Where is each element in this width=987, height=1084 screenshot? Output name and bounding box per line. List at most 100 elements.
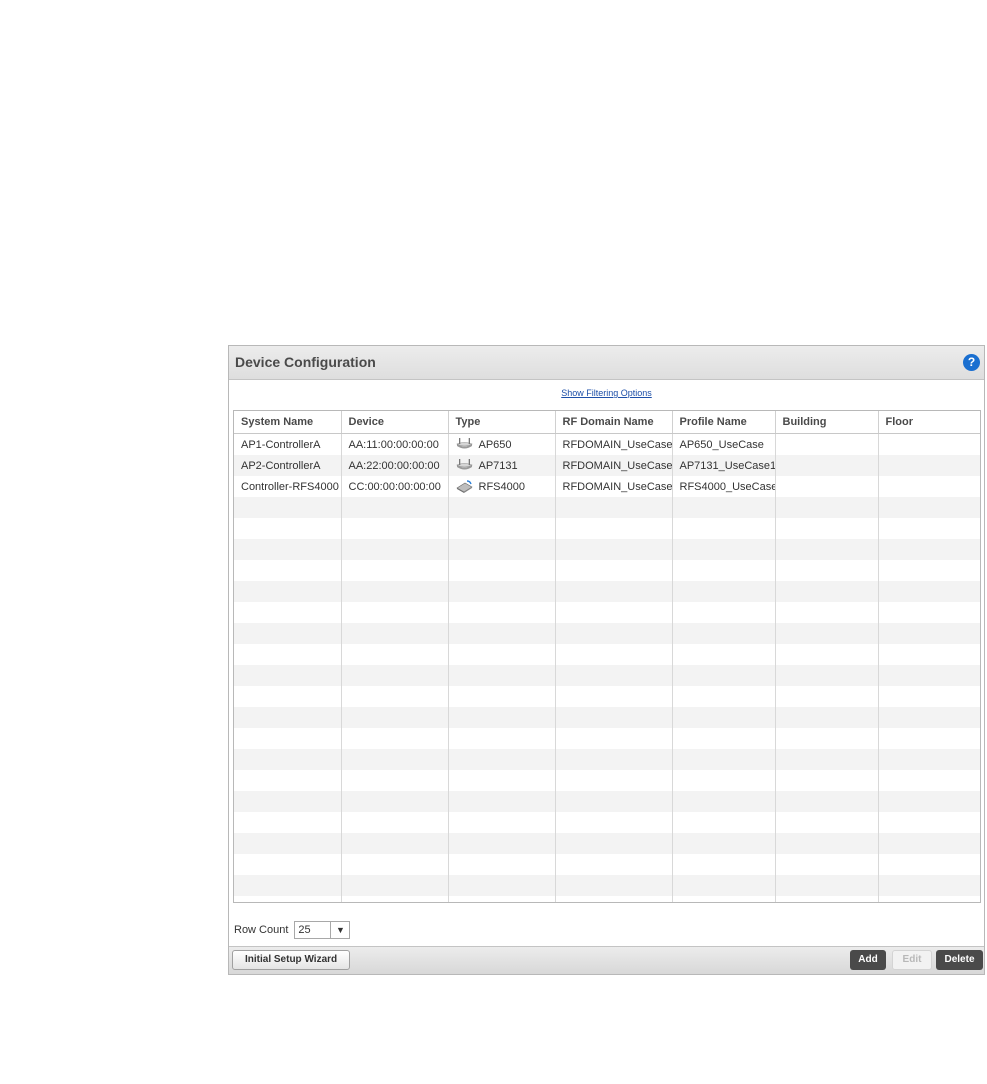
empty-cell — [341, 854, 449, 875]
empty-table-row — [234, 686, 980, 707]
column-header-system-name[interactable]: System Name — [234, 411, 342, 434]
access-point-icon — [455, 438, 473, 449]
empty-table-row — [234, 518, 980, 539]
empty-cell — [775, 497, 879, 518]
empty-cell — [555, 665, 673, 686]
empty-cell — [672, 560, 776, 581]
empty-cell — [555, 497, 673, 518]
column-header-profile-name[interactable]: Profile Name — [672, 411, 776, 434]
empty-cell — [555, 833, 673, 854]
controller-icon — [455, 480, 473, 493]
empty-cell — [341, 518, 449, 539]
table-header-row: System Name Device Type RF Domain Name P… — [234, 411, 980, 434]
cell-device: AA:22:00:00:00:00 — [341, 455, 449, 476]
empty-cell — [672, 623, 776, 644]
empty-cell — [878, 812, 980, 833]
empty-cell — [775, 518, 879, 539]
empty-cell — [234, 791, 342, 812]
empty-cell — [341, 728, 449, 749]
empty-cell — [448, 875, 556, 896]
empty-cell — [341, 896, 449, 902]
empty-cell — [234, 770, 342, 791]
empty-cell — [234, 686, 342, 707]
cell-rf-domain: RFDOMAIN_UseCase1 — [555, 433, 673, 455]
cell-floor — [878, 455, 980, 476]
cell-profile: RFS4000_UseCase1 — [672, 476, 776, 497]
empty-cell — [775, 686, 879, 707]
empty-cell — [878, 728, 980, 749]
empty-cell — [775, 791, 879, 812]
caret-down-icon[interactable]: ▼ — [330, 922, 349, 938]
empty-cell — [341, 749, 449, 770]
empty-cell — [341, 539, 449, 560]
empty-cell — [448, 686, 556, 707]
empty-cell — [672, 812, 776, 833]
empty-cell — [555, 707, 673, 728]
initial-setup-wizard-button[interactable]: Initial Setup Wizard — [232, 950, 351, 970]
column-header-type[interactable]: Type — [448, 411, 556, 434]
column-header-floor[interactable]: Floor — [878, 411, 980, 434]
empty-cell — [672, 728, 776, 749]
empty-cell — [555, 518, 673, 539]
empty-cell — [878, 644, 980, 665]
empty-cell — [878, 896, 980, 902]
column-header-building[interactable]: Building — [775, 411, 879, 434]
empty-table-row — [234, 581, 980, 602]
empty-cell — [672, 581, 776, 602]
device-configuration-panel: Device Configuration ? Show Filtering Op… — [228, 345, 985, 975]
empty-cell — [555, 539, 673, 560]
show-filtering-options-link[interactable]: Show Filtering Options — [229, 388, 984, 398]
empty-cell — [234, 875, 342, 896]
table-row[interactable]: AP1-ControllerA AA:11:00:00:00:00 AP650 — [234, 433, 980, 455]
empty-cell — [672, 749, 776, 770]
empty-cell — [448, 623, 556, 644]
table-row[interactable]: AP2-ControllerA AA:22:00:00:00:00 AP7131 — [234, 455, 980, 476]
empty-cell — [234, 896, 342, 902]
empty-cell — [672, 854, 776, 875]
row-count-control: Row Count 25 ▼ — [234, 921, 351, 939]
empty-cell — [234, 749, 342, 770]
empty-table-row — [234, 602, 980, 623]
empty-cell — [775, 770, 879, 791]
cell-floor — [878, 476, 980, 497]
empty-cell — [234, 497, 342, 518]
empty-cell — [341, 791, 449, 812]
row-count-select[interactable]: 25 ▼ — [294, 921, 351, 939]
empty-cell — [878, 518, 980, 539]
empty-table-row — [234, 623, 980, 644]
empty-cell — [878, 833, 980, 854]
column-header-rf-domain-name[interactable]: RF Domain Name — [555, 411, 673, 434]
empty-cell — [775, 812, 879, 833]
empty-cell — [341, 770, 449, 791]
empty-cell — [775, 539, 879, 560]
empty-cell — [448, 749, 556, 770]
delete-button[interactable]: Delete — [936, 950, 983, 970]
bottom-toolbar: Initial Setup Wizard Add Edit Delete — [229, 946, 984, 974]
empty-cell — [448, 791, 556, 812]
empty-cell — [555, 644, 673, 665]
empty-cell — [448, 770, 556, 791]
empty-cell — [234, 560, 342, 581]
edit-button[interactable]: Edit — [892, 950, 932, 970]
empty-cell — [448, 728, 556, 749]
empty-cell — [775, 728, 879, 749]
empty-cell — [448, 707, 556, 728]
cell-rf-domain: RFDOMAIN_UseCase1 — [555, 455, 673, 476]
row-count-value: 25 — [298, 924, 311, 936]
table-row[interactable]: Controller-RFS4000 CC:00:00:00:00:00 RFS… — [234, 476, 980, 497]
empty-cell — [448, 896, 556, 902]
empty-cell — [234, 665, 342, 686]
column-header-device[interactable]: Device — [341, 411, 449, 434]
question-icon[interactable]: ? — [963, 354, 980, 371]
empty-cell — [775, 833, 879, 854]
empty-cell — [448, 644, 556, 665]
cell-type: RFS4000 — [448, 476, 556, 497]
empty-cell — [341, 833, 449, 854]
empty-cell — [878, 791, 980, 812]
empty-table-row — [234, 560, 980, 581]
empty-cell — [234, 602, 342, 623]
add-button[interactable]: Add — [850, 950, 886, 970]
empty-cell — [775, 623, 879, 644]
empty-cell — [234, 581, 342, 602]
empty-cell — [775, 875, 879, 896]
